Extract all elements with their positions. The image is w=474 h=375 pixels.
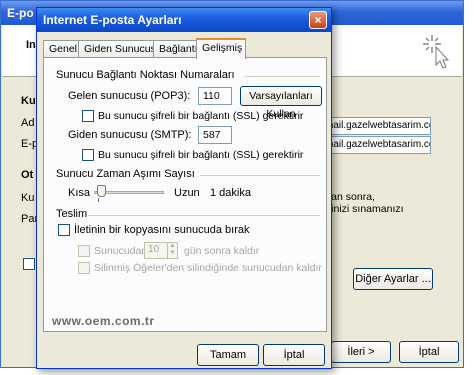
outgoing-server-label: Giden sunucusu (SMTP): bbox=[68, 129, 192, 141]
background-email-field-2[interactable]: mail.gazelwebtasarim.com bbox=[321, 136, 431, 154]
spinner-arrows-icon[interactable]: ▲ ▼ bbox=[167, 243, 177, 258]
use-defaults-button[interactable]: Varsayılanları Kullan bbox=[240, 86, 322, 120]
days-suffix-label: gün sonra kaldır bbox=[184, 245, 260, 257]
ok-button[interactable]: Tamam bbox=[197, 344, 259, 366]
delivery-section-heading: Teslim bbox=[56, 208, 88, 220]
dialog-title: Internet E-posta Ayarları bbox=[37, 8, 331, 32]
background-info-line-2: ibinizi sınamanızı bbox=[323, 203, 404, 215]
timeout-section-heading: Sunucu Zaman Aşımı Sayısı bbox=[56, 168, 195, 180]
background-header-text: In bbox=[26, 39, 36, 51]
timeout-value: 1 dakika bbox=[210, 187, 251, 199]
outgoing-port-input[interactable]: 587 bbox=[198, 126, 232, 144]
incoming-ssl-label: Bu sunucu şifreli bir bağlantı (SSL) ger… bbox=[98, 110, 304, 122]
port-section-heading: Sunucu Bağlantı Noktası Numaraları bbox=[56, 69, 235, 81]
background-checkbox[interactable] bbox=[23, 258, 35, 270]
timeout-long-label: Uzun bbox=[174, 187, 200, 199]
tab-general[interactable]: Genel bbox=[43, 40, 79, 58]
remove-deleted-checkbox[interactable] bbox=[78, 262, 90, 274]
advanced-tab-panel: Sunucu Bağlantı Noktası Numaraları Gelen… bbox=[43, 57, 327, 332]
tab-advanced[interactable]: Gelişmiş bbox=[196, 38, 246, 59]
cursor-sparkle-icon bbox=[423, 35, 450, 69]
outgoing-ssl-label: Bu sunucu şifreli bir bağlantı (SSL) ger… bbox=[98, 149, 304, 161]
remove-after-checkbox[interactable] bbox=[78, 245, 90, 257]
background-cancel-button[interactable]: İptal bbox=[399, 341, 459, 363]
days-spinner[interactable]: 10 ▲ ▼ bbox=[144, 242, 178, 259]
background-label-5: Ku bbox=[21, 192, 35, 204]
timeout-short-label: Kısa bbox=[68, 187, 91, 199]
background-label-4: Ot bbox=[21, 169, 34, 181]
remove-after-label: Sunucudan bbox=[94, 245, 148, 257]
timeout-slider-tick bbox=[98, 198, 99, 202]
incoming-port-input[interactable]: 110 bbox=[198, 87, 232, 105]
timeout-section-divider bbox=[200, 175, 320, 176]
incoming-ssl-checkbox[interactable] bbox=[82, 110, 94, 122]
tab-connection[interactable]: Bağlantı bbox=[153, 40, 198, 58]
background-label-1: Ku bbox=[21, 95, 36, 107]
outgoing-ssl-checkbox[interactable] bbox=[82, 149, 94, 161]
close-icon[interactable]: × bbox=[309, 11, 327, 29]
leave-copy-checkbox[interactable] bbox=[58, 224, 70, 236]
tab-outgoing-server[interactable]: Giden Sunucusu bbox=[78, 40, 162, 58]
timeout-slider-thumb[interactable] bbox=[97, 185, 107, 197]
days-value: 10 bbox=[148, 244, 160, 255]
more-settings-button[interactable]: Diğer Ayarlar ... bbox=[353, 268, 433, 290]
background-label-2: Ad bbox=[21, 117, 35, 129]
internet-email-settings-dialog: Internet E-posta Ayarları × Genel Giden … bbox=[36, 7, 332, 369]
delivery-section-divider bbox=[88, 215, 320, 216]
port-section-divider bbox=[244, 76, 320, 77]
leave-copy-label: İletinin bir kopyasını sunucuda bırak bbox=[74, 224, 250, 236]
incoming-server-label: Gelen sunucusu (POP3): bbox=[68, 90, 191, 102]
next-button[interactable]: İleri > bbox=[331, 341, 391, 363]
background-email-field-1[interactable]: mail.gazelwebtasarim.com bbox=[321, 117, 431, 135]
cancel-button[interactable]: İptal bbox=[263, 344, 325, 366]
watermark: www.oem.com.tr bbox=[52, 314, 155, 328]
remove-deleted-label: Silinmiş Öğeler'den silindiğinde sunucud… bbox=[94, 262, 322, 274]
